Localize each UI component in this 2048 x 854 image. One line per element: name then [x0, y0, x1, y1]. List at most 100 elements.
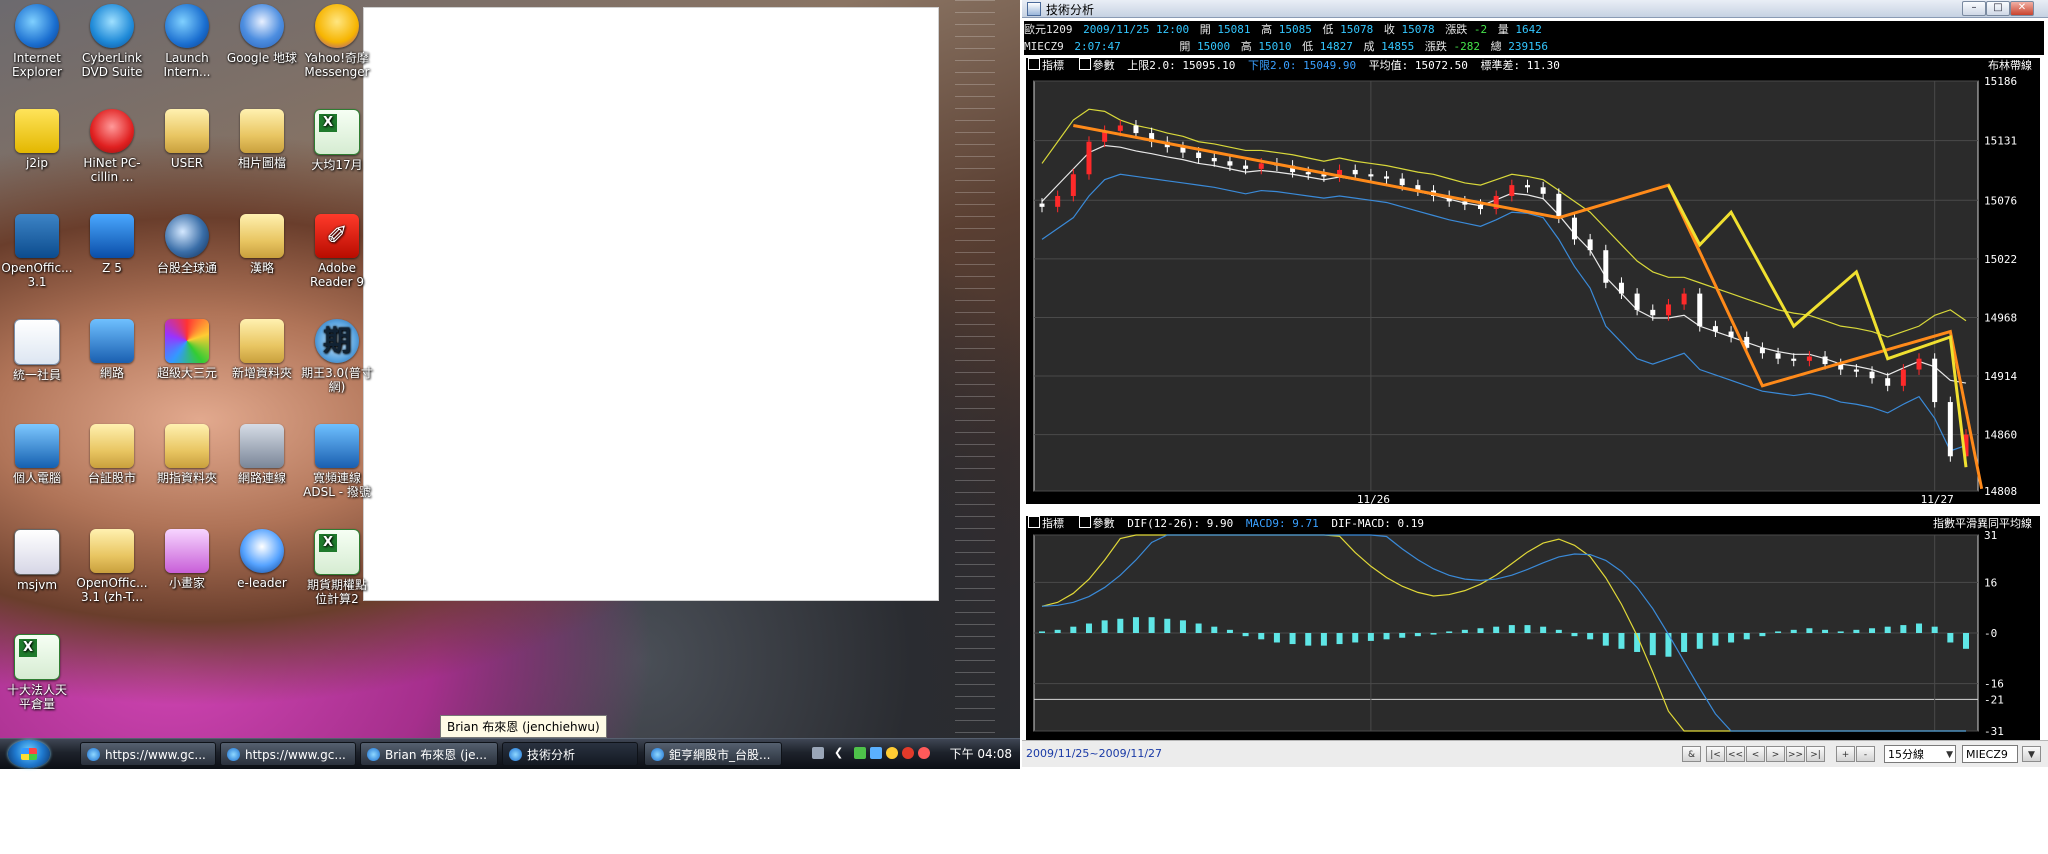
candlestick-chart[interactable]: 15186 15131 15076 15022 14968 14914 14860 14808… [1026, 73, 2040, 504]
paint-icon [165, 529, 209, 573]
macd-histogram-bar [1649, 633, 1656, 656]
macd-histogram-bar [1931, 626, 1938, 633]
taskbar-button-technical-analysis[interactable]: 技術分析 [502, 742, 638, 766]
symbol-dropdown-button[interactable]: ▼ [2022, 746, 2041, 762]
desktop-icon[interactable]: Google 地球 [225, 4, 299, 65]
macd-histogram-bar [1305, 633, 1312, 646]
close-button[interactable]: ✕ [2010, 1, 2034, 16]
interval-select[interactable]: 15分線 ▼ [1884, 745, 1956, 763]
indicator-menu-icon[interactable] [1028, 58, 1040, 70]
link-toggle-button[interactable]: & [1682, 746, 1701, 762]
messenger-tray-icon[interactable] [870, 747, 882, 759]
desktop-icon[interactable]: 大均17月 [300, 109, 374, 172]
macd-histogram-bar [1461, 629, 1468, 633]
maximize-button[interactable]: □ [1986, 1, 2010, 16]
desktop-icon[interactable]: OpenOffic... 3.1 [0, 214, 74, 289]
price-indicator-name: 布林帶線 [1988, 59, 2032, 72]
nav-page-back-button[interactable]: << [1726, 746, 1745, 762]
desktop-icon[interactable]: 台証股市 [75, 424, 149, 485]
desktop-icon[interactable]: 台股全球通 [150, 214, 224, 275]
macd-histogram-bar [1289, 633, 1296, 645]
desktop-icon[interactable]: 統一社員 [0, 319, 74, 382]
desktop-icon[interactable]: e-leader [225, 529, 299, 590]
desktop-icon[interactable]: USER [150, 109, 224, 170]
nav-first-button[interactable]: |< [1706, 746, 1725, 762]
minimize-button[interactable]: – [1962, 1, 1986, 16]
desktop-icon[interactable]: 期指資料夾 [150, 424, 224, 485]
macd-histogram-bar [1273, 633, 1280, 643]
desktop-icon-label: Yahoo!奇摩 Messenger [304, 51, 370, 79]
desktop-icon[interactable]: 寬頻連線 ADSL - 撥號 [300, 424, 374, 499]
symbol-input[interactable]: MIECZ9 [1962, 745, 2018, 763]
antivirus-tray-icon[interactable] [902, 747, 914, 759]
desktop-icon-label: 台証股市 [87, 471, 136, 485]
start-button[interactable] [8, 740, 50, 768]
desktop-icon[interactable]: 相片圖檔 [225, 109, 299, 170]
taskbar-button-brian[interactable]: Brian 布來恩 (je... [360, 742, 498, 766]
hinet-tray-icon[interactable] [918, 747, 930, 759]
price-param-menu[interactable]: 參數 [1093, 59, 1115, 72]
nav-last-button[interactable]: >| [1806, 746, 1825, 762]
price-indicator-menu[interactable]: 指標 [1042, 59, 1064, 72]
price-x-tick-label: 11/26 [1357, 493, 1390, 504]
window-title-bar[interactable]: 技術分析 – □ ✕ [1022, 0, 2048, 18]
desktop-icon[interactable]: 漢略 [225, 214, 299, 275]
macd-y-tick-label: -0 [1984, 627, 1997, 640]
macd-param-menu-icon[interactable] [1078, 516, 1091, 528]
desktop-icon[interactable]: Internet Explorer [0, 4, 74, 79]
desktop-icon[interactable]: 新增資料夾 [225, 319, 299, 380]
taskbar-clock[interactable]: 下午 04:08 [950, 742, 1012, 766]
app-icon [90, 214, 134, 258]
chevron-down-icon: ▼ [1946, 750, 1953, 760]
zoom-out-button[interactable]: - [1856, 746, 1875, 762]
network-tray-icon[interactable] [854, 747, 866, 759]
macd-histogram-bar [1117, 618, 1124, 633]
desktop-icon[interactable]: OpenOffic... 3.1 (zh-T... [75, 529, 149, 604]
macd-param-menu[interactable]: 參數 [1093, 517, 1115, 530]
param-menu-icon[interactable] [1078, 58, 1091, 70]
nav-page-forward-button[interactable]: >> [1786, 746, 1805, 762]
desktop-icon[interactable]: 十大法人天 平倉量 [0, 634, 74, 711]
macd-indicator-menu-icon[interactable] [1028, 516, 1040, 528]
nav-back-button[interactable]: < [1746, 746, 1765, 762]
desktop-icon[interactable]: 小畫家 [150, 529, 224, 590]
desktop-icon[interactable]: Adobe Reader 9 [300, 214, 374, 289]
java-icon [14, 529, 60, 575]
quote1-high-label: 高 [1261, 23, 1273, 36]
desktop-icon-label: 新增資料夾 [231, 366, 292, 380]
candle-body [1039, 203, 1045, 207]
interval-value: 15分線 [1888, 748, 1924, 761]
macd-histogram-bar [1414, 633, 1421, 637]
desktop-icon[interactable]: Yahoo!奇摩 Messenger [300, 4, 374, 79]
desktop-icon[interactable]: HiNet PC-cillin ... [75, 109, 149, 184]
chart-app-icon [1027, 2, 1041, 16]
desktop-icon[interactable]: 期王3.0(普寸網) [300, 319, 374, 394]
zoom-in-button[interactable]: + [1836, 746, 1855, 762]
desktop-icon[interactable]: Launch Intern... [150, 4, 224, 79]
nav-forward-button[interactable]: > [1766, 746, 1785, 762]
desktop-icon[interactable]: msjvm [0, 529, 74, 592]
keyboard-icon[interactable] [812, 747, 824, 759]
macd-indicator-menu[interactable]: 指標 [1042, 517, 1064, 530]
taskbar-button-cnyes[interactable]: 鉅亨網股市_台股... [644, 742, 782, 766]
technical-analysis-window: 技術分析 – □ ✕ 歐元1209 2009/11/25 12:00 開 150… [1022, 0, 2048, 768]
bollinger-average: 平均值: 15072.50 [1368, 59, 1468, 72]
desktop-icon[interactable]: 超級大三元 [150, 319, 224, 380]
chevron-left-icon[interactable]: ❮ [834, 747, 846, 759]
taskbar-button-ie2[interactable]: https://www.gc... [220, 742, 356, 766]
desktop-icon[interactable]: 期貨期權點 位計算2 [300, 529, 374, 606]
macd-histogram-bar [1101, 620, 1108, 633]
smiley-tray-icon[interactable] [886, 747, 898, 759]
desktop-icon[interactable]: 網路連線 [225, 424, 299, 485]
quote1-datetime: 2009/11/25 12:00 [1083, 23, 1190, 36]
desktop-icon[interactable]: 網路 [75, 319, 149, 380]
desktop-icon[interactable]: Z 5 [75, 214, 149, 275]
macd-histogram-bar [1164, 618, 1171, 633]
desktop-icon[interactable]: j2ip [0, 109, 74, 170]
desktop-icon-label: 寬頻連線 ADSL - 撥號 [303, 471, 371, 499]
desktop-icon[interactable]: 個人電腦 [0, 424, 74, 485]
macd-y-tick-label: -31 [1984, 725, 2004, 738]
desktop-icon[interactable]: CyberLink DVD Suite [75, 4, 149, 79]
macd-chart[interactable]: 31 16 -0 -16 -21 -31 [1026, 531, 2040, 740]
taskbar-button-ie1[interactable]: https://www.gc... [80, 742, 216, 766]
